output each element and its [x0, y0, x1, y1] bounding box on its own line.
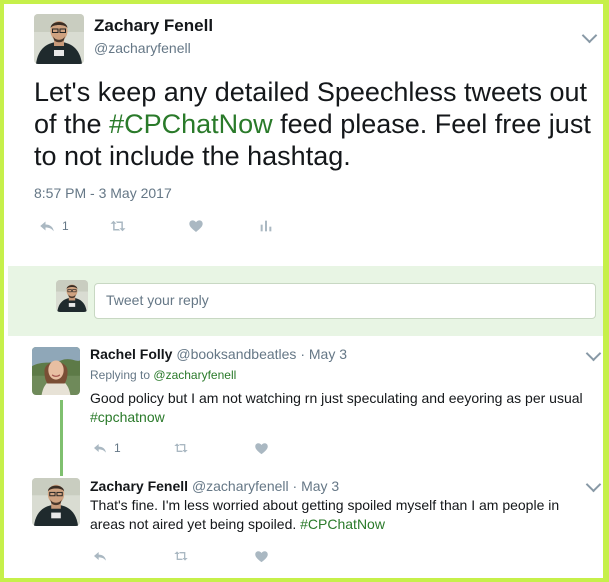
tweet-actions: 1: [38, 217, 274, 235]
reply-date[interactable]: May 3: [309, 346, 347, 362]
like-button[interactable]: [254, 441, 269, 456]
reply-icon: [92, 440, 108, 456]
reply-actions: [92, 548, 269, 564]
thread-line: [60, 400, 63, 476]
reply-author-name[interactable]: Rachel Folly: [90, 346, 172, 362]
reply-count: 1: [114, 441, 121, 455]
reply-button[interactable]: [92, 548, 172, 564]
reply-button[interactable]: 1: [92, 440, 172, 456]
reply-author-name[interactable]: Zachary Fenell: [90, 478, 188, 494]
reply-icon: [38, 217, 56, 235]
reply-text-part: Good policy but I am not watching rn jus…: [90, 390, 583, 406]
hashtag-link[interactable]: #CPChatNow: [300, 516, 385, 532]
avatar: [56, 280, 88, 312]
tweet-card: Zachary Fenell @zacharyfenell Let's keep…: [4, 4, 603, 578]
reply-text: That's fine. I'm less worried about gett…: [90, 496, 580, 534]
reply-actions: 1: [92, 440, 269, 456]
separator: ·: [292, 478, 298, 494]
reply-button[interactable]: 1: [38, 217, 108, 235]
hashtag-link[interactable]: #CPChatNow: [109, 109, 273, 139]
replying-to: Replying to @zacharyfenell: [90, 368, 236, 382]
analytics-button[interactable]: [258, 218, 274, 234]
retweet-button[interactable]: [172, 548, 254, 564]
author-name[interactable]: Zachary Fenell: [94, 16, 213, 36]
mention-link[interactable]: @zacharyfenell: [153, 368, 236, 382]
retweet-icon: [172, 440, 190, 456]
replying-to-label: Replying to: [90, 368, 151, 382]
reply-date[interactable]: May 3: [301, 478, 339, 494]
reply-author-handle[interactable]: @zacharyfenell: [192, 478, 289, 494]
avatar-image: [56, 280, 88, 312]
like-button[interactable]: [254, 549, 269, 564]
heart-icon: [254, 441, 269, 456]
heart-icon: [188, 218, 204, 234]
avatar[interactable]: [32, 478, 80, 526]
reply-author-handle[interactable]: @booksandbeatles: [176, 346, 296, 362]
chevron-down-icon[interactable]: [581, 27, 598, 44]
hashtag-link[interactable]: #cpchatnow: [90, 409, 165, 425]
reply-icon: [92, 548, 108, 564]
retweet-icon: [172, 548, 190, 564]
avatar[interactable]: [32, 347, 80, 395]
reply-text: Good policy but I am not watching rn jus…: [90, 389, 595, 427]
tweet-text: Let's keep any detailed Speechless tweet…: [34, 76, 594, 172]
reply-composer: Tweet your reply: [8, 266, 603, 336]
reply-count: 1: [62, 219, 69, 233]
avatar-image: [32, 347, 80, 395]
avatar-image: [34, 14, 84, 64]
avatar[interactable]: [34, 14, 84, 64]
reply-input[interactable]: Tweet your reply: [94, 283, 596, 319]
analytics-icon: [258, 218, 274, 234]
author-handle[interactable]: @zacharyfenell: [94, 40, 191, 56]
avatar-image: [32, 478, 80, 526]
retweet-button[interactable]: [172, 440, 254, 456]
like-button[interactable]: [188, 218, 258, 234]
retweet-button[interactable]: [108, 217, 188, 235]
reply-header: Rachel Folly @booksandbeatles · May 3: [90, 346, 347, 362]
tweet-timestamp[interactable]: 8:57 PM - 3 May 2017: [34, 185, 172, 201]
chevron-down-icon[interactable]: [585, 476, 602, 493]
reply-header: Zachary Fenell @zacharyfenell · May 3: [90, 478, 339, 494]
separator: ·: [300, 346, 305, 362]
retweet-icon: [108, 217, 128, 235]
heart-icon: [254, 549, 269, 564]
chevron-down-icon[interactable]: [585, 345, 602, 362]
